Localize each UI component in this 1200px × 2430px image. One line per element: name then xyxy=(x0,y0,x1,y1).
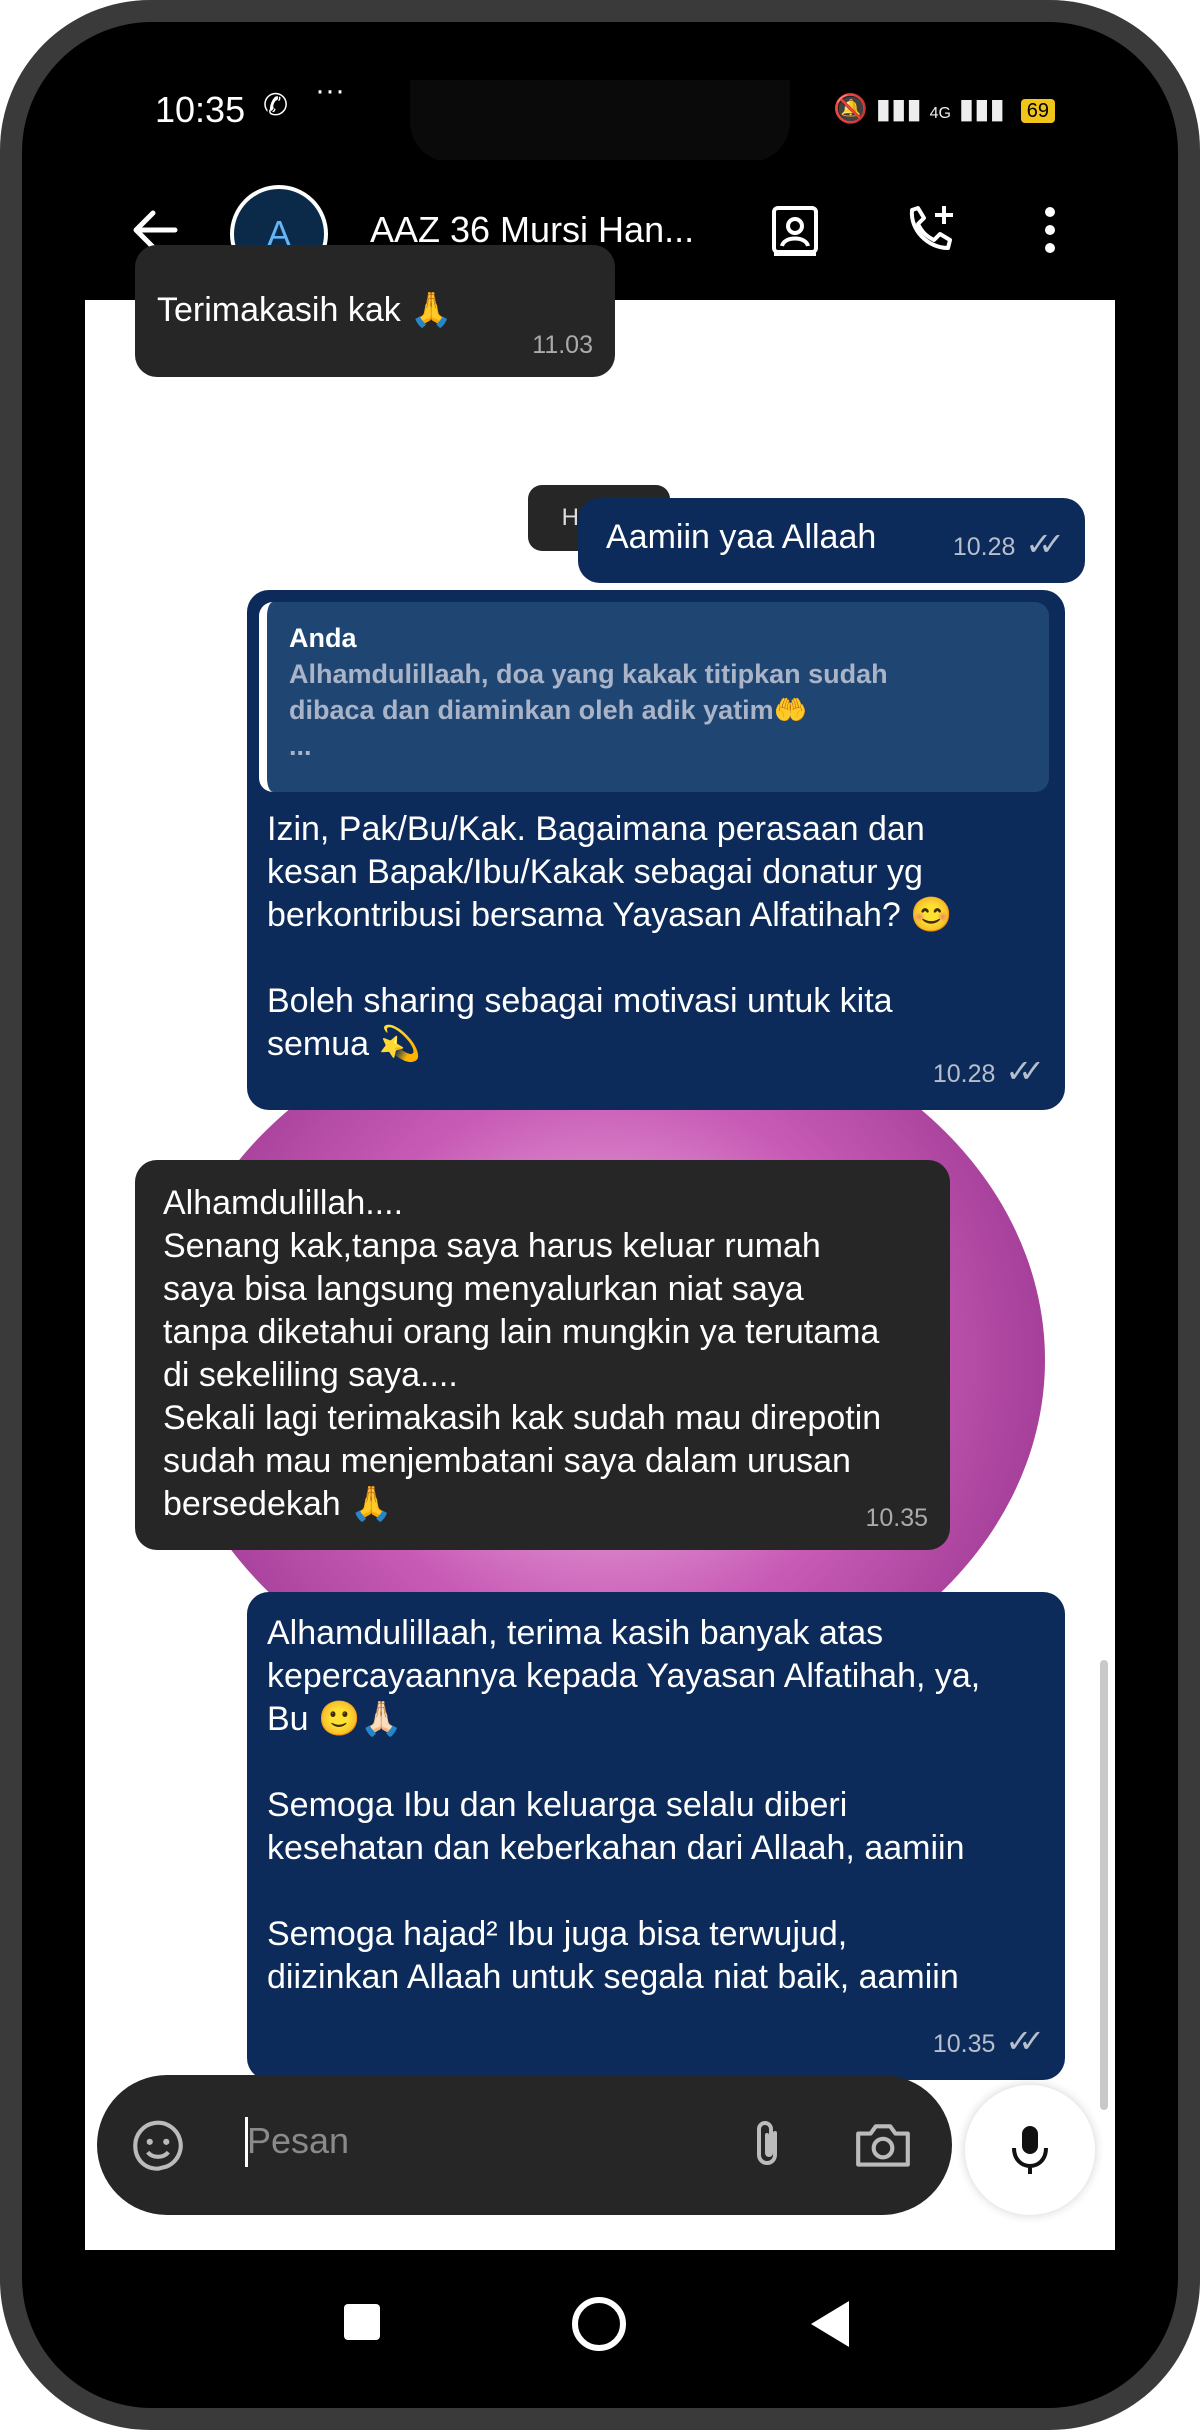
signal-icon: ▮▮▮ xyxy=(875,93,922,124)
battery-icon: 69 xyxy=(1020,98,1055,123)
circle-icon[interactable] xyxy=(570,2295,628,2353)
message-bubble-outgoing[interactable]: Alhamdulillaah, terima kasih banyak atas… xyxy=(247,1592,1065,2080)
message-status: 10.28 ✓✓ xyxy=(932,1050,1045,1096)
network-label: 4G xyxy=(929,105,951,122)
scrollbar[interactable] xyxy=(1100,1660,1108,2110)
double-check-icon: ✓✓ xyxy=(1025,526,1064,562)
quote-author: Anda xyxy=(289,623,357,653)
square-icon[interactable] xyxy=(340,2300,384,2344)
triangle-back-icon[interactable] xyxy=(805,2297,855,2351)
status-time: 10:35 xyxy=(155,89,246,130)
message-text: Izin, Pak/Bu/Kak. Bagaimana perasaan dan… xyxy=(267,810,953,1063)
signal-icon-2: ▮▮▮ xyxy=(958,93,1005,124)
quoted-message[interactable]: Anda Alhamdulillaah, doa yang kakak titi… xyxy=(259,602,1049,792)
chat-screen: 10:35 ✆ ··· 🔕 ▮▮▮ 4G ▮▮▮ 69 A AAZ 36 Mur… xyxy=(85,80,1115,2250)
add-call-icon[interactable] xyxy=(900,200,960,260)
message-time: 10.35 xyxy=(932,2030,996,2058)
message-status: 10.35 ✓✓ xyxy=(932,2020,1045,2066)
whatsapp-icon: ✆ xyxy=(263,89,289,122)
sticker-icon[interactable] xyxy=(127,2115,189,2177)
message-time: 10.28 xyxy=(932,1060,996,1088)
message-bubble-outgoing[interactable]: Aamiin yaa Allaah 10.28 ✓✓ xyxy=(578,498,1085,583)
message-status: 10.28 ✓✓ xyxy=(952,523,1065,569)
camera-icon[interactable] xyxy=(852,2115,914,2177)
system-nav-bar xyxy=(85,2255,1115,2385)
message-bubble-outgoing[interactable]: Anda Alhamdulillaah, doa yang kakak titi… xyxy=(247,590,1065,1110)
message-time: 11.03 xyxy=(532,331,593,359)
contact-card-icon[interactable] xyxy=(765,200,825,260)
message-time: 10.28 xyxy=(952,533,1016,561)
camera-notch xyxy=(410,80,790,162)
mute-icon: 🔕 xyxy=(832,93,868,124)
more-vert-icon[interactable] xyxy=(1020,200,1080,260)
message-input-bar[interactable]: Pesan xyxy=(97,2075,952,2215)
message-text: Alhamdulillah.... Senang kak,tanpa saya … xyxy=(163,1184,882,1523)
status-dots: ··· xyxy=(315,80,345,107)
status-icons: 🔕 ▮▮▮ 4G ▮▮▮ 69 xyxy=(833,84,1055,139)
message-text: Aamiin yaa Allaah xyxy=(606,518,877,556)
double-check-icon: ✓✓ xyxy=(1005,1053,1044,1089)
message-input[interactable]: Pesan xyxy=(247,2120,349,2162)
message-text: Terimakasih kak 🙏 xyxy=(157,291,453,329)
message-time: 10.35 xyxy=(865,1504,928,1532)
message-text: Alhamdulillaah, terima kasih banyak atas… xyxy=(267,1614,981,1996)
mic-button[interactable] xyxy=(965,2085,1095,2215)
message-bubble-incoming[interactable]: Alhamdulillah.... Senang kak,tanpa saya … xyxy=(135,1160,950,1550)
quote-text: Alhamdulillaah, doa yang kakak titipkan … xyxy=(289,659,888,761)
paperclip-icon[interactable] xyxy=(737,2115,797,2175)
mic-icon xyxy=(1012,2126,1048,2174)
double-check-icon: ✓✓ xyxy=(1005,2023,1044,2059)
message-bubble-incoming[interactable]: Terimakasih kak 🙏 11.03 xyxy=(135,245,615,377)
